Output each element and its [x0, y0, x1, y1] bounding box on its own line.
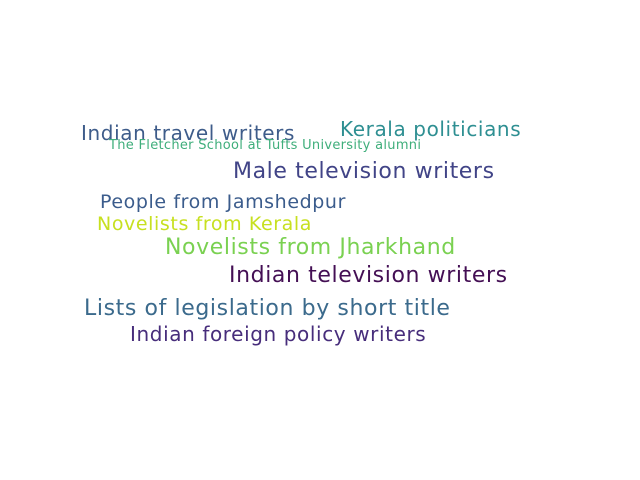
- word-novelists-from-jharkhand: Novelists from Jharkhand: [165, 235, 456, 260]
- word-indian-television-writers: Indian television writers: [229, 263, 508, 288]
- word-kerala-politicians: Kerala politicians: [340, 117, 522, 141]
- word-people-from-jamshedpur: People from Jamshedpur: [100, 191, 346, 213]
- word-cloud: Indian travel writers Kerala politicians…: [0, 0, 640, 480]
- word-fletcher-school-alumni: The Fletcher School at Tufts University …: [109, 138, 422, 153]
- word-male-television-writers: Male television writers: [233, 159, 495, 184]
- word-novelists-from-kerala: Novelists from Kerala: [97, 213, 313, 235]
- word-lists-of-legislation: Lists of legislation by short title: [84, 296, 451, 321]
- word-indian-foreign-policy-writers: Indian foreign policy writers: [130, 322, 427, 346]
